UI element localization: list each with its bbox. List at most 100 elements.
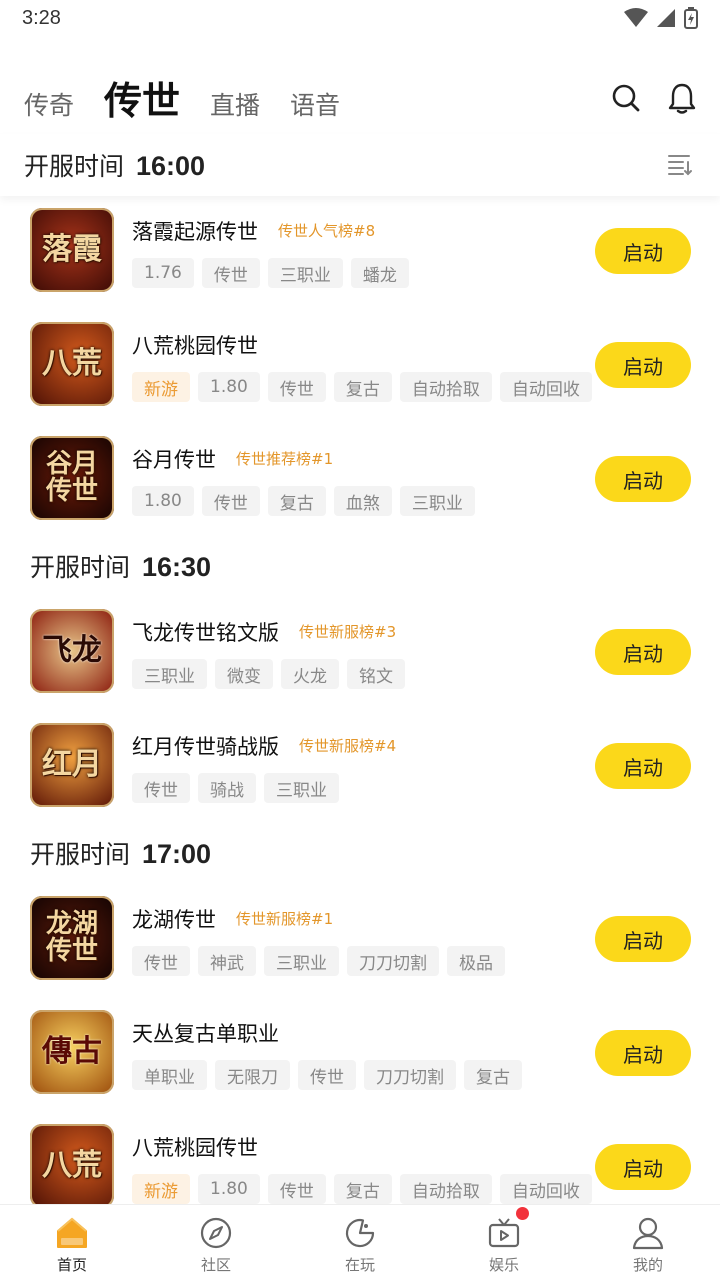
game-name[interactable]: 飞龙传世铭文版 (132, 617, 279, 647)
new-tag: 新游 (132, 1174, 190, 1204)
search-icon[interactable] (610, 82, 642, 114)
game-icon[interactable]: 落霞 (30, 208, 114, 292)
sticky-time-header: 开服时间 16:00 (0, 134, 720, 196)
launch-button[interactable]: 启动 (595, 1030, 691, 1076)
game-icon-glyph: 八荒 (42, 346, 102, 382)
game-row[interactable]: 谷月传世 谷月传世 传世推荐榜#1 1.80 传世 复古 血煞 三职业 启动 (0, 424, 720, 538)
tag: 刀刀切割 (364, 1060, 456, 1090)
launch-button[interactable]: 启动 (595, 743, 691, 789)
tag: 极品 (447, 946, 505, 976)
section-header: 开服时间 17:00 (30, 835, 211, 871)
tag: 三职业 (267, 258, 343, 288)
launch-button[interactable]: 启动 (595, 228, 691, 274)
game-name[interactable]: 天丛复古单职业 (132, 1018, 279, 1048)
launch-button[interactable]: 启动 (595, 342, 691, 388)
launch-button[interactable]: 启动 (595, 456, 691, 502)
tag: 1.76 (132, 258, 194, 288)
game-icon-glyph: 落霞 (42, 232, 102, 268)
game-name[interactable]: 八荒桃园传世 (132, 330, 258, 360)
tab-chuanshi[interactable]: 传世 (104, 82, 180, 132)
game-icon-glyph: 龙湖传世 (45, 908, 98, 966)
game-icon[interactable]: 龙湖传世 (30, 896, 114, 980)
launch-button[interactable]: 启动 (595, 916, 691, 962)
tag: 1.80 (198, 372, 260, 402)
game-name[interactable]: 龙湖传世 (132, 904, 216, 934)
game-row[interactable]: 龙湖传世 龙湖传世 传世新服榜#1 传世 神武 三职业 刀刀切割 极品 启动 (0, 884, 720, 998)
nav-home[interactable]: 首页 (0, 1205, 144, 1280)
rank-badge: 传世新服榜#1 (236, 910, 334, 928)
top-tabs: 传奇 传世 直播 语音 (24, 72, 340, 132)
game-name[interactable]: 谷月传世 (132, 444, 216, 474)
section-time: 16:30 (142, 552, 212, 582)
tag: 三职业 (399, 486, 475, 516)
tag: 1.80 (198, 1174, 260, 1204)
tag: 无限刀 (215, 1060, 290, 1090)
nav-label: 我的 (632, 1256, 663, 1274)
section-label: 开服时间 (24, 152, 125, 181)
nav-label: 娱乐 (488, 1256, 519, 1274)
tag-list: 三职业 微变 火龙 铭文 (132, 659, 405, 689)
tag: 铭文 (347, 659, 405, 689)
rank-badge: 传世新服榜#3 (299, 623, 397, 641)
section-label: 开服时间 (30, 553, 131, 582)
nav-label: 首页 (56, 1256, 87, 1274)
tag: 传世 (201, 486, 260, 516)
game-icon[interactable]: 八荒 (30, 1124, 114, 1204)
game-icon-glyph: 傳古 (42, 1034, 102, 1070)
game-name[interactable]: 八荒桃园传世 (132, 1132, 258, 1162)
game-icon-glyph: 谷月传世 (45, 448, 98, 506)
top-icons (610, 82, 698, 114)
tag: 微变 (215, 659, 273, 689)
section-time: 16:00 (136, 151, 206, 181)
section-label: 开服时间 (30, 840, 131, 869)
gamepad-icon (342, 1215, 378, 1251)
new-tag: 新游 (132, 372, 190, 402)
tab-voice[interactable]: 语音 (290, 93, 340, 132)
tab-live[interactable]: 直播 (210, 93, 260, 132)
nav-mine[interactable]: 我的 (576, 1205, 720, 1280)
tag-list: 传世 骑战 三职业 (132, 773, 339, 803)
notification-dot (516, 1207, 529, 1220)
bell-icon[interactable] (666, 82, 698, 114)
launch-button[interactable]: 启动 (595, 629, 691, 675)
game-row[interactable]: 八荒 八荒桃园传世 新游 1.80 传世 复古 自动拾取 自动回收 启动 (0, 310, 720, 424)
tag-list: 新游 1.80 传世 复古 自动拾取 自动回收 (132, 1174, 592, 1204)
tag-list: 单职业 无限刀 传世 刀刀切割 复古 (132, 1060, 522, 1090)
nav-playing[interactable]: 在玩 (288, 1205, 432, 1280)
tag-list: 新游 1.80 传世 复古 自动拾取 自动回收 (132, 372, 592, 402)
nav-label: 在玩 (344, 1256, 375, 1274)
game-row[interactable]: 飞龙 飞龙传世铭文版 传世新服榜#3 三职业 微变 火龙 铭文 启动 (0, 597, 720, 711)
game-row[interactable]: 红月 红月传世骑战版 传世新服榜#4 传世 骑战 三职业 启动 (0, 711, 720, 825)
game-icon[interactable]: 飞龙 (30, 609, 114, 693)
sort-icon[interactable] (664, 149, 696, 181)
nav-entertainment[interactable]: 娱乐 (432, 1205, 576, 1280)
game-icon[interactable]: 红月 (30, 723, 114, 807)
game-icon[interactable]: 傳古 (30, 1010, 114, 1094)
user-icon (630, 1215, 666, 1251)
game-row[interactable]: 落霞 落霞起源传世 传世人气榜#8 1.76 传世 三职业 蟠龙 启动 (0, 196, 720, 310)
game-icon-glyph: 红月 (42, 747, 102, 783)
launch-button[interactable]: 启动 (595, 1144, 691, 1190)
game-icon[interactable]: 谷月传世 (30, 436, 114, 520)
game-name[interactable]: 落霞起源传世 (132, 216, 258, 246)
game-row[interactable]: 八荒 八荒桃园传世 新游 1.80 传世 复古 自动拾取 自动回收 启动 (0, 1112, 720, 1204)
nav-community[interactable]: 社区 (144, 1205, 288, 1280)
game-list[interactable]: 落霞 落霞起源传世 传世人气榜#8 1.76 传世 三职业 蟠龙 启动 八荒 八… (0, 196, 720, 1204)
tag: 自动拾取 (399, 372, 492, 402)
tag: 复古 (333, 1174, 392, 1204)
game-name[interactable]: 红月传世骑战版 (132, 731, 279, 761)
tag: 传世 (298, 1060, 356, 1090)
tag-list: 1.76 传世 三职业 蟠龙 (132, 258, 409, 288)
game-row[interactable]: 傳古 天丛复古单职业 单职业 无限刀 传世 刀刀切割 复古 启动 (0, 998, 720, 1112)
tag: 传世 (132, 773, 190, 803)
tag: 复古 (333, 372, 392, 402)
bottom-nav: 首页 社区 在玩 娱乐 我的 (0, 1204, 720, 1280)
tag: 单职业 (132, 1060, 207, 1090)
tag: 传世 (267, 372, 326, 402)
game-icon[interactable]: 八荒 (30, 322, 114, 406)
section-header: 开服时间 16:30 (30, 548, 211, 584)
tab-chuanqi[interactable]: 传奇 (24, 93, 74, 132)
status-icons (624, 7, 698, 29)
tag: 血煞 (333, 486, 392, 516)
tag: 自动回收 (499, 372, 592, 402)
